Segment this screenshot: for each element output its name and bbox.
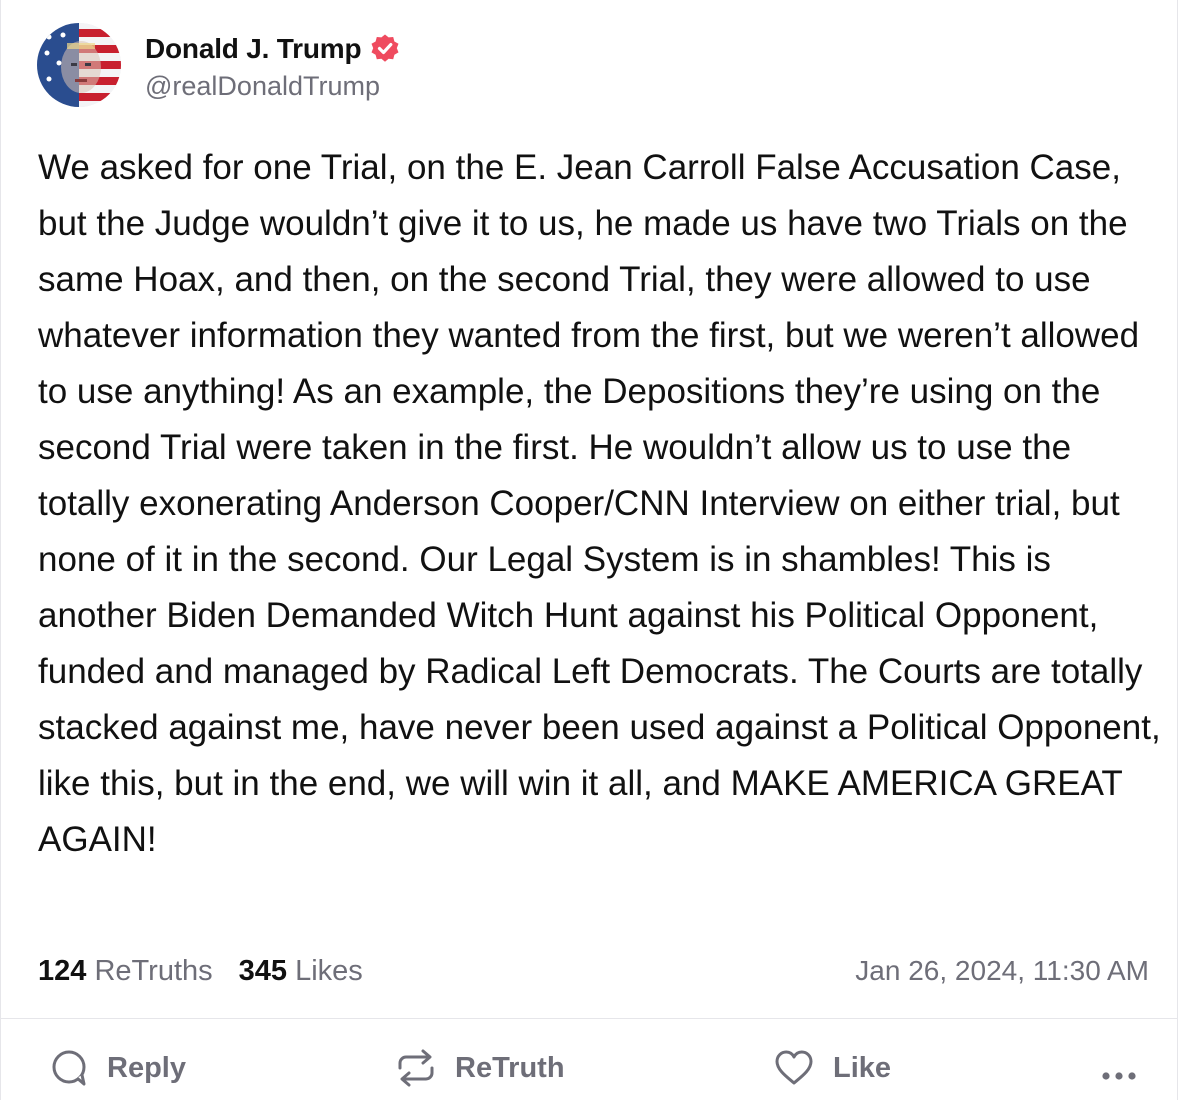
heart-icon [773, 1048, 815, 1088]
verified-badge-icon [369, 33, 401, 65]
post-header: Donald J. Trump @realDonaldTrump [37, 22, 401, 108]
speech-bubble-icon [49, 1048, 89, 1088]
retruth-button[interactable]: ReTruth [395, 1046, 565, 1090]
likes-label: Likes [295, 954, 363, 987]
flag-portrait-avatar-icon [37, 23, 121, 107]
retruths-count: 124 [38, 954, 87, 987]
divider [1, 1018, 1177, 1019]
author-handle[interactable]: @realDonaldTrump [145, 71, 401, 102]
retruths-label: ReTruths [94, 954, 213, 987]
post-timestamp[interactable]: Jan 26, 2024, 11:30 AM [855, 955, 1149, 987]
reply-label: Reply [107, 1051, 186, 1084]
post-card: Donald J. Trump @realDonaldTrump We aske… [0, 0, 1178, 1100]
author-info: Donald J. Trump @realDonaldTrump [145, 29, 401, 102]
retruths-stat[interactable]: 124 ReTruths [38, 955, 213, 988]
post-stats: 124 ReTruths 345 Likes Jan 26, 2024, 11:… [38, 948, 1149, 994]
more-options-button[interactable] [1099, 1054, 1139, 1098]
like-button[interactable]: Like [773, 1046, 891, 1090]
likes-stat[interactable]: 345 Likes [239, 955, 363, 988]
action-bar: Reply ReTruth Like [1, 1038, 1177, 1098]
display-name[interactable]: Donald J. Trump [145, 33, 362, 65]
likes-count: 345 [238, 954, 288, 987]
like-label: Like [833, 1051, 892, 1084]
reply-button[interactable]: Reply [49, 1046, 186, 1090]
retruth-label: ReTruth [455, 1051, 565, 1084]
name-row: Donald J. Trump [145, 29, 401, 69]
repost-arrows-icon [395, 1048, 437, 1088]
post-body-text: We asked for one Trial, on the E. Jean C… [38, 148, 1171, 859]
avatar[interactable] [37, 23, 121, 107]
ellipsis-icon [1099, 1062, 1139, 1090]
